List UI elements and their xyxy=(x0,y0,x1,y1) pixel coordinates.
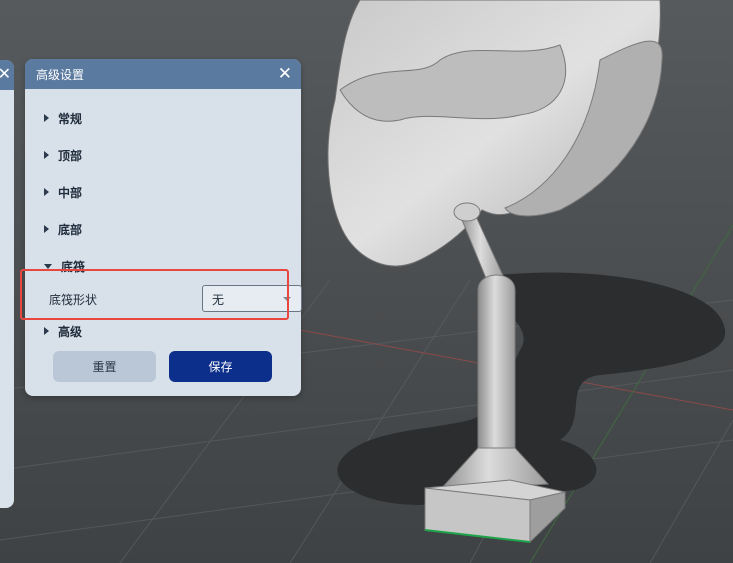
section-label: 高级 xyxy=(58,324,83,339)
caret-right-icon xyxy=(44,327,49,335)
chevron-down-icon xyxy=(283,297,291,301)
raft-shape-value: 无 xyxy=(212,293,225,307)
caret-down-icon xyxy=(44,263,52,269)
side-panel: ✕ xyxy=(0,60,14,508)
close-icon[interactable]: ✕ xyxy=(278,65,292,83)
section-top[interactable]: 顶部 xyxy=(44,146,82,164)
caret-right-icon xyxy=(44,114,49,122)
caret-right-icon xyxy=(44,225,49,233)
caret-right-icon xyxy=(44,188,49,196)
support-stem xyxy=(477,274,516,453)
reset-button[interactable]: 重置 xyxy=(53,351,156,382)
section-label: 顶部 xyxy=(58,148,83,163)
raft-shape-select[interactable]: 无 xyxy=(202,285,302,312)
raft-shape-row: 底筏形状 无 xyxy=(49,285,302,313)
section-label: 底筏 xyxy=(61,259,86,274)
section-raft[interactable]: 底筏 xyxy=(44,257,85,275)
advanced-settings-dialog: 高级设置 ✕ 常规 顶部 中部 底部 底筏 底筏形状 无 高级 重置 保存 xyxy=(25,59,302,396)
section-bottom[interactable]: 底部 xyxy=(44,220,82,238)
caret-right-icon xyxy=(44,151,49,159)
section-label: 中部 xyxy=(58,185,83,200)
side-panel-header: ✕ xyxy=(0,60,14,90)
dialog-header: 高级设置 ✕ xyxy=(25,59,301,89)
side-panel-close-icon[interactable]: ✕ xyxy=(0,63,11,85)
section-general[interactable]: 常规 xyxy=(44,109,82,127)
section-label: 常规 xyxy=(58,111,83,126)
section-middle[interactable]: 中部 xyxy=(44,183,82,201)
dialog-title: 高级设置 xyxy=(36,67,85,82)
section-advanced[interactable]: 高级 xyxy=(44,322,82,340)
section-label: 底部 xyxy=(58,222,83,237)
support-joint-top xyxy=(453,202,481,222)
raft-shape-label: 底筏形状 xyxy=(49,293,98,307)
save-button[interactable]: 保存 xyxy=(169,351,272,382)
